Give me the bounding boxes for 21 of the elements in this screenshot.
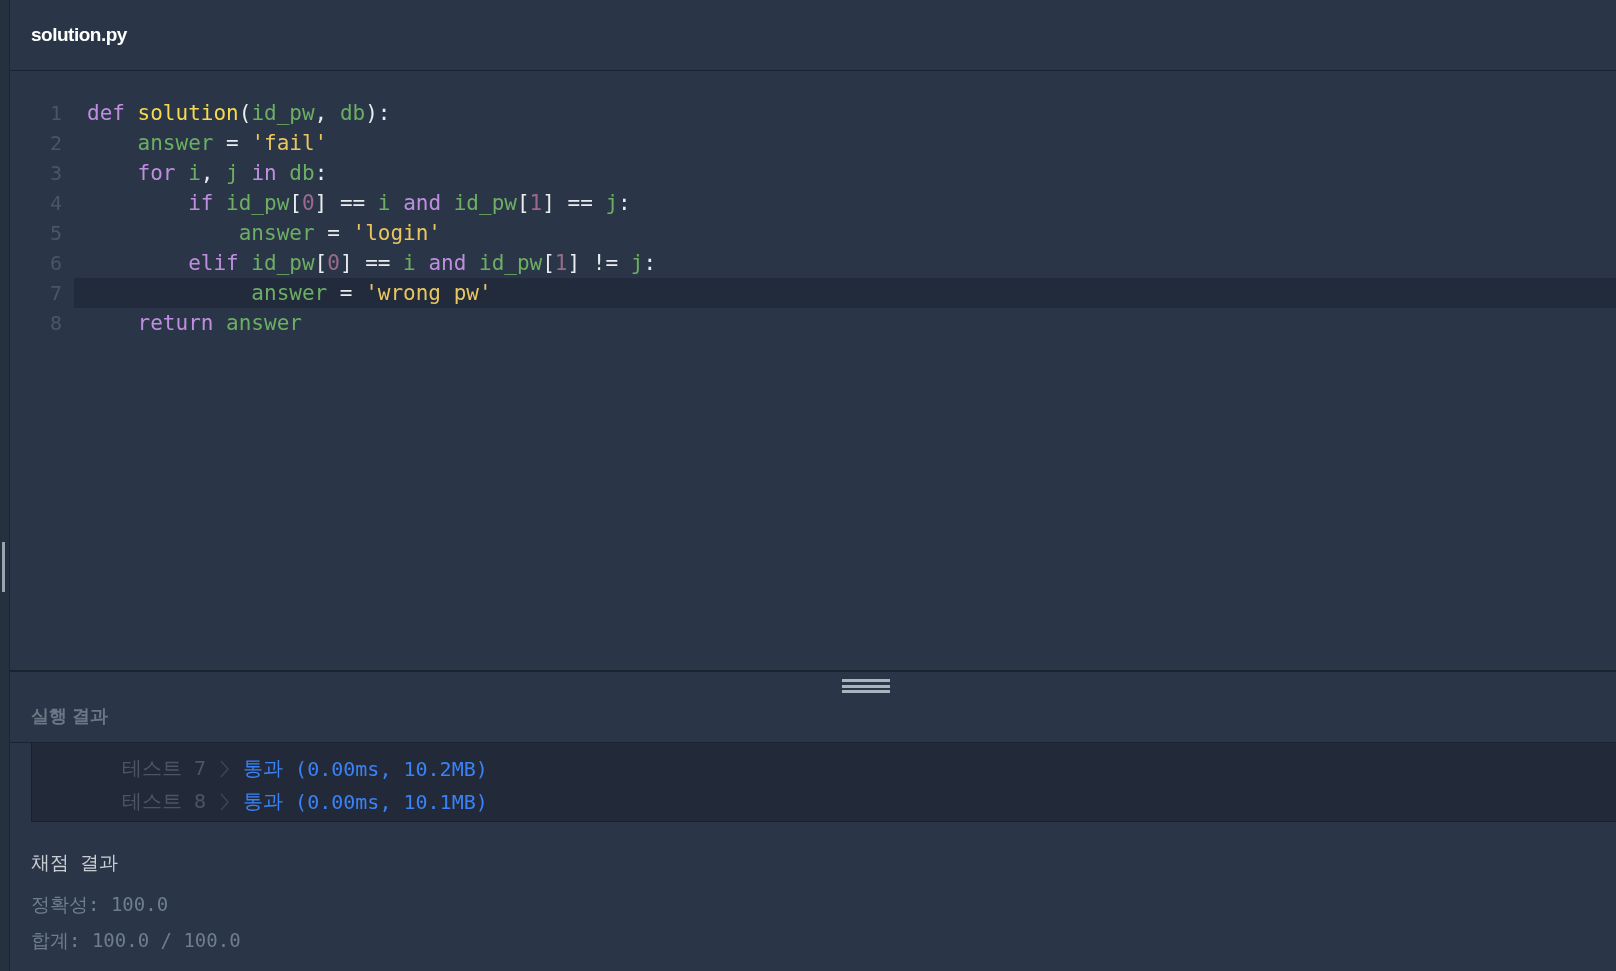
panel-title: 실행 결과 — [31, 705, 108, 728]
code-line: elif id_pw[0] == i and id_pw[1] != j: — [187, 251, 657, 275]
test-detail: (0.00ms, 10.2MB) — [295, 756, 488, 781]
drag-handle-icon[interactable] — [842, 679, 890, 693]
test-status: 통과 — [243, 788, 284, 815]
code-line: return answer — [136, 311, 302, 335]
code-line: def solution(id_pw, db): — [87, 101, 391, 125]
chevron-icon — [220, 792, 230, 811]
test-status: 통과 — [243, 755, 284, 782]
resize-handle[interactable] — [2, 542, 5, 592]
chevron-icon — [220, 759, 230, 778]
code-line: answer = 'fail' — [136, 131, 328, 155]
code-line: if id_pw[0] == i and id_pw[1] == j: — [187, 191, 631, 215]
accuracy-text: 정확성: 100.0 — [31, 892, 170, 917]
code-line: answer = 'wrong pw' — [250, 281, 492, 305]
code-line: for i, j in db: — [136, 161, 328, 185]
code-line: answer = 'login' — [237, 221, 442, 245]
grading-title: 채점 결과 — [31, 850, 120, 875]
file-title: solution.py — [31, 24, 127, 46]
total-text: 합계: 100.0 / 100.0 — [31, 928, 242, 953]
test-detail: (0.00ms, 10.1MB) — [295, 789, 488, 814]
